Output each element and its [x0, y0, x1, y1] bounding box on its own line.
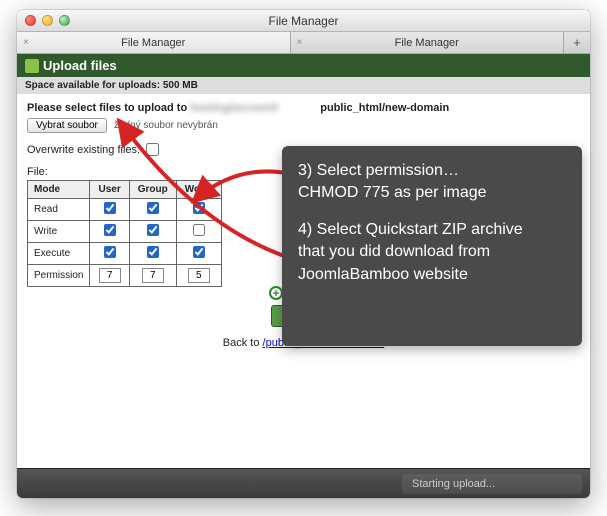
upload-icon — [25, 59, 39, 73]
row-execute: Execute — [28, 243, 222, 265]
col-mode: Mode — [28, 181, 90, 199]
titlebar: File Manager — [17, 10, 590, 32]
perm-user-input[interactable] — [99, 268, 121, 283]
panel-title: Upload files — [43, 58, 117, 73]
file-picker-row: Vybrat soubor žádný soubor nevybrán — [27, 118, 580, 133]
write-group-checkbox[interactable] — [147, 224, 159, 236]
write-user-checkbox[interactable] — [104, 224, 116, 236]
permissions-table: Mode User Group World Read Write — [27, 180, 222, 287]
row-read: Read — [28, 199, 222, 221]
traffic-lights — [25, 15, 70, 26]
tabbar: × File Manager × File Manager + — [17, 32, 590, 54]
annotation-line: that you did download from — [298, 241, 566, 263]
row-write: Write — [28, 221, 222, 243]
tab-label: File Manager — [395, 37, 459, 49]
close-tab-icon[interactable]: × — [297, 37, 303, 48]
col-world: World — [176, 181, 221, 199]
annotation-line: 4) Select Quickstart ZIP archive — [298, 219, 566, 241]
exec-world-checkbox[interactable] — [193, 246, 205, 258]
perm-world-input[interactable] — [188, 268, 210, 283]
write-world-checkbox[interactable] — [193, 224, 205, 236]
overwrite-checkbox[interactable] — [146, 143, 159, 156]
panel-header: Upload files — [17, 54, 590, 77]
space-available: Space available for uploads: 500 MB — [17, 77, 590, 94]
read-world-checkbox[interactable] — [193, 202, 205, 214]
path-redacted: hosting/account/ — [190, 102, 320, 114]
read-user-checkbox[interactable] — [104, 202, 116, 214]
file-status: žádný soubor nevybrán — [114, 120, 218, 131]
close-tab-icon[interactable]: × — [23, 37, 29, 48]
read-group-checkbox[interactable] — [147, 202, 159, 214]
annotation-line: CHMOD 775 as per image — [298, 182, 566, 204]
annotation-line: 3) Select permission… — [298, 160, 566, 182]
minimize-icon[interactable] — [42, 15, 53, 26]
zoom-icon[interactable] — [59, 15, 70, 26]
exec-group-checkbox[interactable] — [147, 246, 159, 258]
tab-label: File Manager — [121, 37, 185, 49]
annotation-line: JoomlaBamboo website — [298, 264, 566, 286]
select-prompt: Please select files to upload to hosting… — [27, 102, 580, 114]
close-icon[interactable] — [25, 15, 36, 26]
tab-file-manager-2[interactable]: × File Manager — [291, 32, 565, 53]
window-title: File Manager — [17, 14, 590, 28]
add-tab-button[interactable]: + — [564, 32, 590, 53]
exec-user-checkbox[interactable] — [104, 246, 116, 258]
annotation-overlay: 3) Select permission… CHMOD 775 as per i… — [282, 146, 582, 346]
row-permission: Permission — [28, 265, 222, 287]
col-user: User — [90, 181, 129, 199]
overwrite-label: Overwrite existing files: — [27, 144, 140, 156]
statusbar: Starting upload... — [17, 468, 590, 498]
tab-file-manager-1[interactable]: × File Manager — [17, 32, 291, 53]
plus-icon: + — [269, 286, 283, 300]
perm-group-input[interactable] — [142, 268, 164, 283]
choose-file-button[interactable]: Vybrat soubor — [27, 118, 107, 133]
col-group: Group — [129, 181, 176, 199]
status-text: Starting upload... — [402, 474, 582, 494]
